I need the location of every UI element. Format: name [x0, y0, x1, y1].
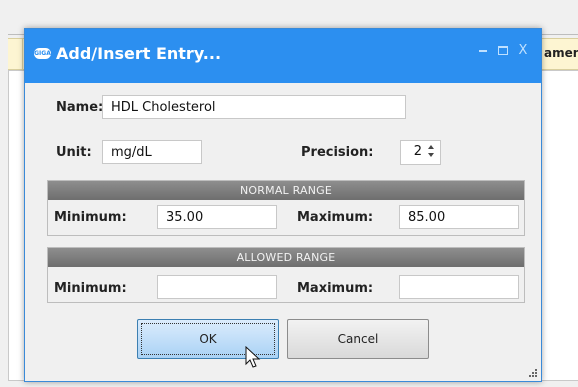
spinner-down-icon[interactable]	[428, 153, 434, 157]
minimize-icon[interactable]	[473, 41, 493, 61]
normal-min-label: Minimum:	[54, 210, 127, 225]
name-label: Name:	[56, 100, 104, 115]
spinner-up-icon[interactable]	[428, 145, 434, 149]
background-column-header: ament	[544, 46, 578, 60]
allowed-max-field[interactable]	[399, 275, 519, 299]
allowed-max-label: Maximum:	[297, 281, 374, 296]
normal-range-header: NORMAL RANGE	[48, 181, 524, 200]
precision-label: Precision:	[301, 145, 374, 160]
add-insert-entry-dialog: GIGA Add/Insert Entry... X Name: HDL Cho…	[24, 28, 542, 382]
mouse-cursor-icon	[245, 346, 261, 368]
cancel-button-label: Cancel	[337, 332, 379, 346]
unit-label: Unit:	[56, 145, 92, 160]
close-icon[interactable]: X	[513, 41, 533, 61]
app-icon: GIGA	[34, 48, 51, 59]
background-row-selector	[8, 39, 23, 69]
allowed-min-field[interactable]	[157, 275, 277, 299]
resize-grip-icon[interactable]	[528, 368, 538, 378]
cancel-button[interactable]: Cancel	[287, 319, 429, 359]
name-field[interactable]: HDL Cholesterol	[102, 95, 406, 119]
precision-value: 2	[413, 144, 422, 159]
normal-max-field[interactable]: 85.00	[399, 205, 519, 229]
allowed-min-label: Minimum:	[54, 281, 127, 296]
dialog-title: Add/Insert Entry...	[56, 44, 222, 63]
normal-max-label: Maximum:	[297, 210, 374, 225]
unit-field[interactable]: mg/dL	[102, 140, 202, 164]
dialog-titlebar[interactable]: GIGA Add/Insert Entry... X	[25, 29, 541, 83]
maximize-icon[interactable]	[493, 41, 513, 61]
allowed-range-header: ALLOWED RANGE	[48, 248, 524, 267]
normal-min-field[interactable]: 35.00	[157, 205, 277, 229]
precision-spinner[interactable]: 2	[400, 140, 441, 165]
